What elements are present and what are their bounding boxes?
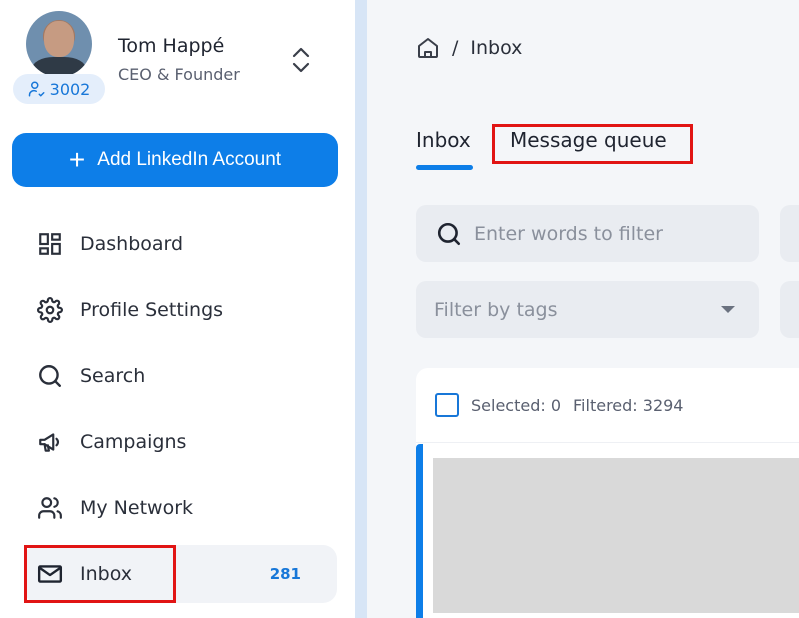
select-all-checkbox[interactable]	[435, 393, 459, 417]
filtered-count: Filtered: 3294	[573, 395, 684, 415]
sidebar-item-label: Campaigns	[80, 431, 187, 453]
caret-down-icon	[721, 306, 735, 313]
filter-tags-select[interactable]: Filter by tags	[416, 281, 759, 338]
highlight-box-message-queue	[492, 124, 693, 164]
user-name: Tom Happé	[118, 35, 225, 57]
highlight-box-inbox	[24, 545, 176, 603]
sidebar-item-my-network[interactable]: My Network	[24, 479, 337, 537]
add-linkedin-account-label: Add LinkedIn Account	[97, 149, 282, 170]
secondary-filter-select[interactable]	[780, 281, 799, 338]
chevron-up-down-icon[interactable]	[289, 44, 313, 76]
plus-icon: +	[68, 144, 86, 175]
search-icon	[437, 222, 461, 245]
filter-search-box	[416, 205, 759, 262]
breadcrumb-separator: /	[452, 37, 459, 59]
list-item[interactable]	[433, 458, 799, 613]
sidebar-item-label: Search	[80, 365, 146, 387]
breadcrumb-current: Inbox	[470, 37, 523, 59]
sidebar: 3002 Tom Happé CEO & Founder + Add Linke…	[0, 0, 355, 618]
profile-section: 3002 Tom Happé CEO & Founder	[0, 0, 355, 115]
connections-count: 3002	[49, 79, 91, 99]
sidebar-item-label: Dashboard	[80, 233, 184, 255]
sidebar-item-label: My Network	[80, 497, 194, 519]
megaphone-icon	[36, 428, 64, 456]
gear-icon	[36, 296, 64, 324]
people-icon	[36, 494, 64, 522]
inbox-unread-count: 281	[269, 565, 301, 583]
sidebar-item-search[interactable]: Search	[24, 347, 337, 405]
user-role: CEO & Founder	[118, 65, 240, 84]
dashboard-icon	[36, 230, 64, 258]
avatar-face	[44, 21, 74, 57]
breadcrumb: / Inbox	[416, 36, 522, 60]
avatar[interactable]	[26, 11, 92, 77]
active-tab-indicator	[416, 165, 473, 170]
connections-badge: 3002	[13, 74, 105, 104]
home-icon[interactable]	[416, 36, 440, 60]
secondary-filter-input[interactable]	[780, 205, 799, 262]
sidebar-item-label: Profile Settings	[80, 299, 224, 321]
sidebar-item-dashboard[interactable]: Dashboard	[24, 215, 337, 273]
sidebar-item-profile-settings[interactable]: Profile Settings	[24, 281, 337, 339]
sidebar-item-campaigns[interactable]: Campaigns	[24, 413, 337, 471]
filter-tags-placeholder: Filter by tags	[434, 298, 558, 321]
tab-inbox[interactable]: Inbox	[416, 128, 471, 152]
person-check-icon	[28, 81, 45, 97]
list-header: Selected: 0 Filtered: 3294	[416, 368, 799, 443]
selected-count: Selected: 0	[471, 395, 562, 415]
search-icon	[36, 362, 64, 390]
sidebar-divider	[355, 0, 367, 618]
selected-row-indicator	[416, 444, 423, 618]
filter-words-input[interactable]	[474, 222, 734, 245]
add-linkedin-account-button[interactable]: + Add LinkedIn Account	[12, 133, 338, 187]
